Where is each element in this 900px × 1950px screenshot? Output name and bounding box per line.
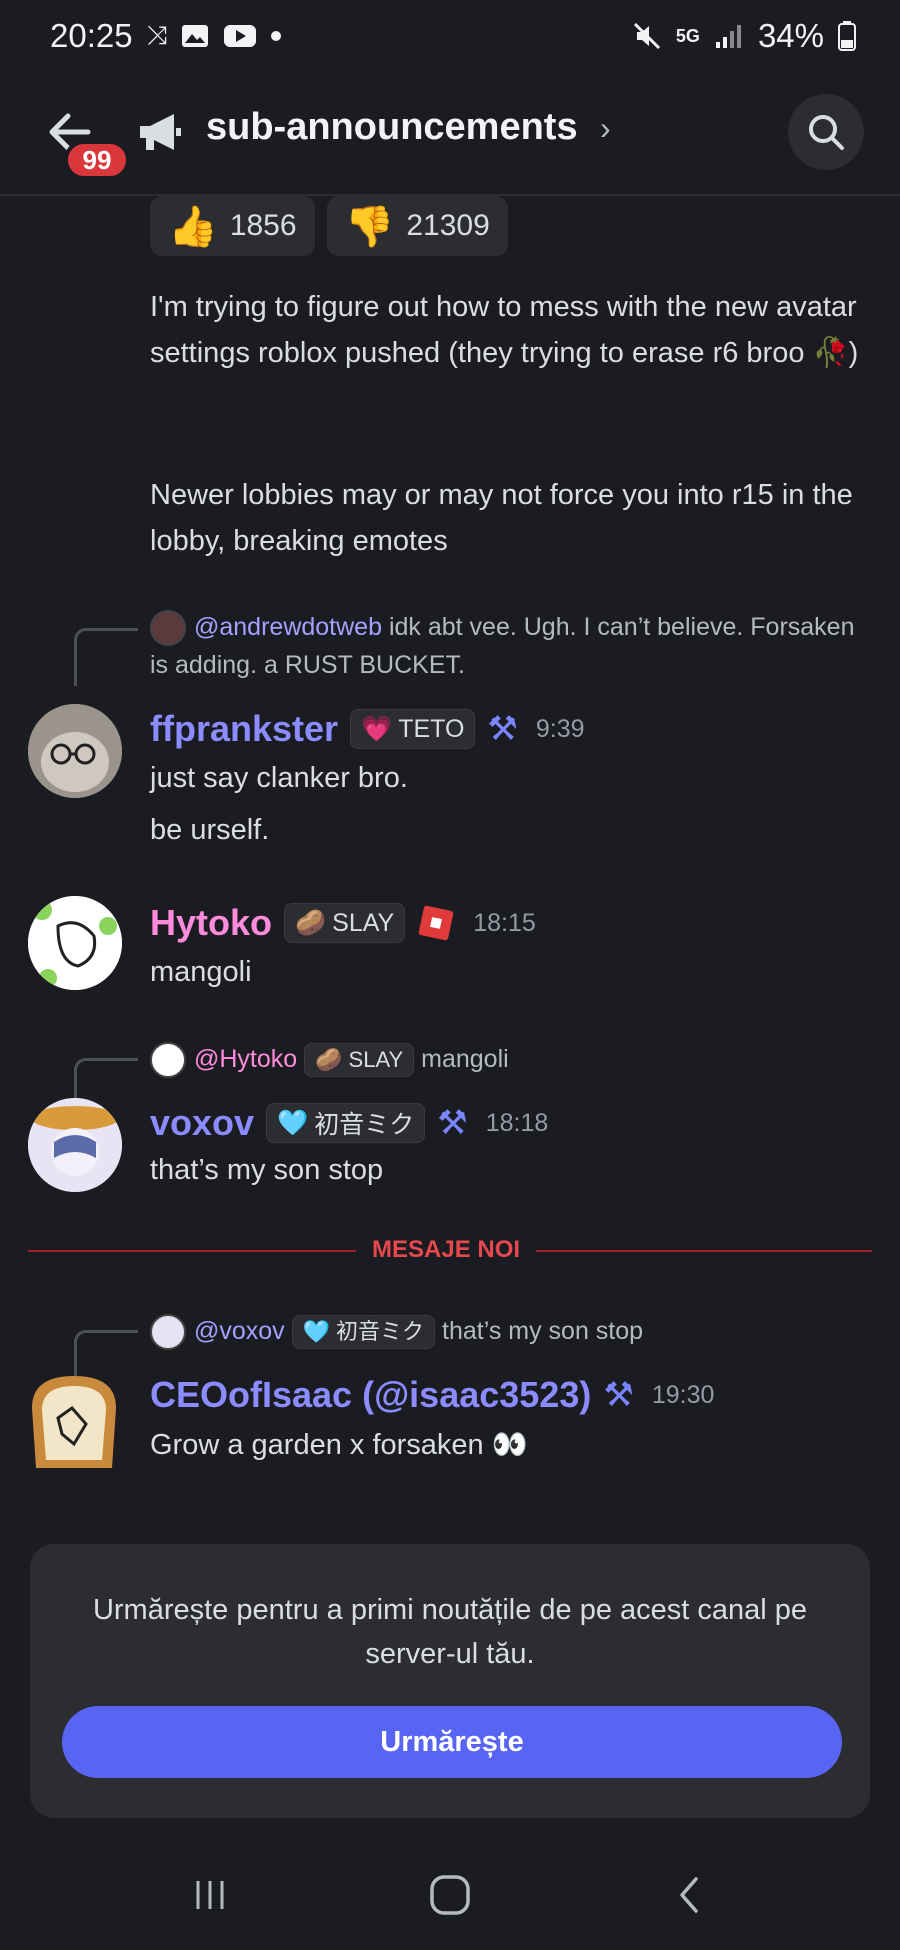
server-tag[interactable]: 💗 TETO: [350, 709, 476, 749]
reply-preview[interactable]: @Hytoko 🥔 SLAY mangoli: [150, 1040, 870, 1079]
message-line: Grow a garden x forsaken 👀: [150, 1429, 528, 1461]
message-header: voxov 🩵 初音ミク ⚒ 18:18: [150, 1102, 548, 1144]
message-line: mangoli: [150, 956, 252, 988]
potato-icon: 🥔: [295, 908, 327, 937]
recent-apps-button[interactable]: [180, 1865, 240, 1925]
cat-avatar-icon: [28, 704, 122, 798]
message-header: Hytoko 🥔 SLAY 18:15: [150, 902, 536, 944]
reaction-thumbs-down[interactable]: 👎 21309: [326, 196, 508, 256]
home-icon: [430, 1875, 470, 1915]
follow-channel-card: Urmărește pentru a primi noutățile de pe…: [30, 1544, 870, 1818]
server-tag: 🩵 初音ミク: [291, 1315, 436, 1350]
tag-label: SLAY: [332, 908, 395, 937]
reaction-count: 1856: [229, 209, 297, 242]
flower-avatar-icon: [28, 896, 122, 990]
reaction-thumbs-up[interactable]: 👍 1856: [150, 196, 315, 256]
avatar[interactable]: [28, 1368, 122, 1468]
avatar[interactable]: [28, 1098, 122, 1192]
system-navigation-bar: [0, 1840, 900, 1950]
reply-mention: @Hytoko: [194, 1045, 298, 1073]
reply-text: that’s my son stop: [442, 1317, 644, 1345]
potato-icon: 🥔: [315, 1047, 343, 1073]
roblox-icon: [419, 905, 454, 941]
message-text: Newer lobbies may or may not force you i…: [150, 479, 853, 557]
reply-mention: @andrewdotweb: [194, 613, 382, 641]
mute-icon: [633, 22, 660, 50]
reply-connector: [74, 628, 138, 686]
message-text: I'm trying to figure out how to mess wit…: [150, 291, 859, 369]
username[interactable]: Hytoko: [150, 902, 272, 944]
hammer-icon: ⚒: [437, 1104, 468, 1142]
tag-label: 初音ミク: [314, 1111, 415, 1139]
battery-icon: [838, 21, 856, 51]
cyan-heart-icon: 🩵: [302, 1319, 331, 1345]
timestamp: 9:39: [535, 714, 585, 743]
signal-icon: [715, 25, 741, 48]
message-line: just say clanker bro.: [150, 762, 408, 794]
status-time: 20:25: [50, 17, 133, 54]
reply-mention: @voxov: [194, 1317, 285, 1345]
hammer-icon: ⚒: [487, 710, 518, 748]
heart-icon: 💗: [361, 714, 393, 743]
server-tag: 🥔 SLAY: [304, 1043, 415, 1078]
network-speed-icon: ⤨: [146, 20, 168, 50]
reply-preview[interactable]: @andrewdotweb idk abt vee. Ugh. I can’t …: [150, 608, 870, 684]
timestamp: 18:18: [485, 1108, 549, 1137]
thumbs-down-icon: 👎: [344, 204, 395, 249]
announcement-megaphone-icon: [140, 114, 181, 150]
hammer-icon: ⚒: [603, 1376, 634, 1414]
avatar: [150, 610, 186, 647]
channel-header: 99 sub-announcements ›: [0, 80, 900, 196]
new-messages-label: MESAJE NOI: [356, 1236, 537, 1264]
follow-button[interactable]: Urmărește: [62, 1706, 842, 1778]
channel-title[interactable]: sub-announcements: [206, 106, 578, 149]
username[interactable]: CEOofIsaac (@isaac3523): [150, 1374, 591, 1416]
thumbs-up-icon: 👍: [168, 204, 218, 249]
search-button[interactable]: [788, 94, 864, 170]
youtube-icon: [224, 25, 257, 47]
avatar[interactable]: [28, 704, 122, 798]
avatar: [150, 1314, 186, 1351]
message-line: that’s my son stop: [150, 1154, 384, 1186]
avatar[interactable]: [28, 896, 122, 990]
search-icon: [809, 115, 844, 150]
server-tag[interactable]: 🥔 SLAY: [284, 903, 406, 943]
timestamp: 19:30: [651, 1380, 715, 1409]
back-chevron-icon: [680, 1877, 698, 1913]
anime-avatar-icon: [28, 1098, 122, 1192]
battery-percent: 34%: [757, 17, 824, 54]
unread-badge: 99: [64, 140, 130, 180]
notification-dot-icon: [271, 31, 282, 41]
status-bar: 20:25 ⤨ 5G 34%: [0, 0, 900, 72]
recent-apps-icon: [196, 1881, 224, 1909]
reaction-count: 21309: [406, 209, 490, 242]
tag-label: TETO: [398, 714, 465, 743]
message-header: CEOofIsaac (@isaac3523) ⚒ 19:30: [150, 1374, 714, 1416]
username[interactable]: ffprankster: [150, 708, 338, 750]
server-tag[interactable]: 🩵 初音ミク: [266, 1103, 426, 1143]
toast-avatar-icon: [32, 1376, 116, 1468]
back-button[interactable]: [660, 1865, 720, 1925]
follow-description: Urmărește pentru a primi noutățile de pe…: [92, 1594, 808, 1670]
reply-text: mangoli: [421, 1045, 509, 1073]
reply-preview[interactable]: @voxov 🩵 初音ミク that’s my son stop: [150, 1312, 870, 1351]
gallery-icon: [182, 25, 209, 47]
message-line: be urself.: [150, 814, 270, 846]
username[interactable]: voxov: [150, 1102, 254, 1144]
reactions-row: 👍 1856 👎 21309: [150, 196, 508, 256]
home-button[interactable]: [420, 1865, 480, 1925]
5g-icon: 5G: [675, 26, 700, 46]
chevron-right-icon[interactable]: ›: [600, 110, 611, 147]
tag-label: SLAY: [348, 1047, 404, 1073]
tag-label: 初音ミク: [336, 1319, 425, 1345]
cyan-heart-icon: 🩵: [277, 1108, 309, 1137]
timestamp: 18:15: [473, 908, 536, 937]
message-header: ffprankster 💗 TETO ⚒ 9:39: [150, 708, 585, 750]
avatar: [150, 1042, 186, 1079]
